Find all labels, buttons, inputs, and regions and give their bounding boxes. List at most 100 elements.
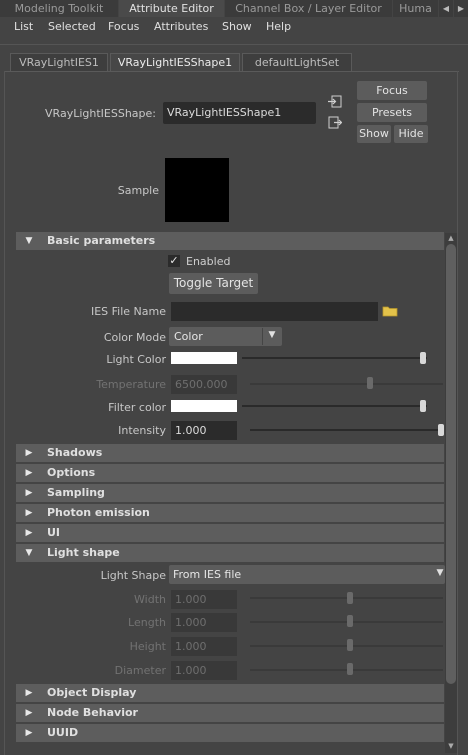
menu-attributes[interactable]: Attributes [154,20,208,33]
section-uuid[interactable]: ▶ UUID [16,724,444,742]
ies-file-name-label: IES File Name [90,305,166,318]
filter-color-slider-track[interactable] [242,405,427,407]
diameter-label: Diameter [114,664,166,677]
temperature-slider-handle[interactable] [367,377,373,389]
node-tab-vraylightiesshape1[interactable]: VRayLightIESShape1 [110,53,240,71]
length-slider-handle[interactable] [347,615,353,627]
collapsed-arrow-icon: ▶ [25,508,33,518]
section-object-display[interactable]: ▶ Object Display [16,684,444,702]
section-title: Photon emission [47,506,150,519]
section-title: Object Display [47,686,137,699]
light-color-label: Light Color [106,353,166,366]
length-field[interactable]: 1.000 [171,613,237,632]
enabled-label: Enabled [186,255,231,268]
light-shape-dropdown[interactable]: From IES file ▼ [169,565,445,584]
height-slider-handle[interactable] [347,639,353,651]
width-label: Width [134,593,166,606]
light-color-slider-track[interactable] [242,357,427,359]
temperature-label: Temperature [96,378,166,391]
filter-color-swatch[interactable] [171,400,237,412]
section-title: Node Behavior [47,706,138,719]
section-light-shape[interactable]: ▼ Light shape [16,544,444,562]
collapsed-arrow-icon: ▶ [25,488,33,498]
width-slider-handle[interactable] [347,592,353,604]
filter-color-label: Filter color [108,401,166,414]
node-name-field[interactable]: VRayLightIESShape1 [163,102,316,124]
output-connection-icon[interactable] [328,116,343,129]
presets-button[interactable]: Presets [357,103,427,122]
node-tab-defaultlightset[interactable]: defaultLightSet [242,53,352,71]
scroll-down-icon[interactable]: ▼ [445,741,457,751]
input-connection-icon[interactable] [328,95,342,108]
section-node-behavior[interactable]: ▶ Node Behavior [16,704,444,722]
menu-show[interactable]: Show [222,20,252,33]
section-title: Basic parameters [47,234,156,247]
scroll-up-icon[interactable]: ▲ [445,233,457,243]
ies-file-name-field[interactable] [171,302,378,321]
intensity-slider-track[interactable] [250,429,443,431]
intensity-field[interactable]: 1.000 [171,421,237,440]
hide-button[interactable]: Hide [394,125,428,143]
menu-focus[interactable]: Focus [108,20,139,33]
menu-selected[interactable]: Selected [48,20,96,33]
section-basic-parameters[interactable]: ▼ Basic parameters [16,232,444,250]
separator [0,44,468,45]
temperature-slider-track[interactable] [250,383,443,385]
folder-icon[interactable] [382,305,398,317]
collapsed-arrow-icon: ▶ [25,708,33,718]
expanded-arrow-icon: ▼ [25,548,33,558]
section-title: Light shape [47,546,120,559]
section-title: Shadows [47,446,103,459]
light-shape-label: Light Shape [100,569,166,582]
node-name-label: VRayLightIESShape: [45,107,156,120]
section-shadows[interactable]: ▶ Shadows [16,444,444,462]
menu-list[interactable]: List [14,20,33,33]
scrollbar-thumb[interactable] [446,244,456,684]
section-title: UUID [47,726,79,739]
section-title: Sampling [47,486,105,499]
diameter-slider-handle[interactable] [347,663,353,675]
tabs-scroll-left-icon[interactable]: ◀ [439,0,453,17]
tabs-scroll-right-icon[interactable]: ▶ [454,0,468,17]
collapsed-arrow-icon: ▶ [25,448,33,458]
diameter-field[interactable]: 1.000 [171,661,237,680]
intensity-slider-handle[interactable] [438,424,444,436]
temperature-field[interactable]: 6500.000 [171,375,237,394]
light-shape-value: From IES file [173,568,242,581]
tab-human[interactable]: Huma [393,0,438,17]
expanded-arrow-icon: ▼ [25,236,33,246]
section-sampling[interactable]: ▶ Sampling [16,484,444,502]
collapsed-arrow-icon: ▶ [25,728,33,738]
tab-modeling-toolkit[interactable]: Modeling Toolkit [0,0,118,17]
show-button[interactable]: Show [357,125,391,143]
tab-channel-box[interactable]: Channel Box / Layer Editor [225,0,392,17]
light-color-slider-handle[interactable] [420,352,426,364]
section-title: Options [47,466,96,479]
section-ui[interactable]: ▶ UI [16,524,444,542]
height-label: Height [129,640,166,653]
section-options[interactable]: ▶ Options [16,464,444,482]
tab-attribute-editor[interactable]: Attribute Editor [119,0,224,17]
intensity-label: Intensity [118,424,166,437]
color-mode-label: Color Mode [103,331,166,344]
collapsed-arrow-icon: ▶ [25,688,33,698]
collapsed-arrow-icon: ▶ [25,468,33,478]
menu-bar: List Selected Focus Attributes Show Help [0,17,468,37]
enabled-checkbox[interactable]: ✓ [168,255,180,267]
focus-button[interactable]: Focus [357,81,427,100]
section-title: UI [47,526,61,539]
length-label: Length [128,616,166,629]
sample-swatch [165,158,229,222]
color-mode-dropdown[interactable]: Color ▼ [169,327,282,346]
section-photon-emission[interactable]: ▶ Photon emission [16,504,444,522]
toggle-target-button[interactable]: Toggle Target [169,273,258,294]
chevron-down-icon: ▼ [436,568,444,578]
light-color-swatch[interactable] [171,352,237,364]
height-field[interactable]: 1.000 [171,637,237,656]
menu-help[interactable]: Help [266,20,291,33]
node-tab-vraylighties1[interactable]: VRayLightIES1 [10,53,108,71]
dropdown-divider [262,328,263,345]
filter-color-slider-handle[interactable] [420,400,426,412]
width-field[interactable]: 1.000 [171,590,237,609]
color-mode-value: Color [174,330,203,343]
